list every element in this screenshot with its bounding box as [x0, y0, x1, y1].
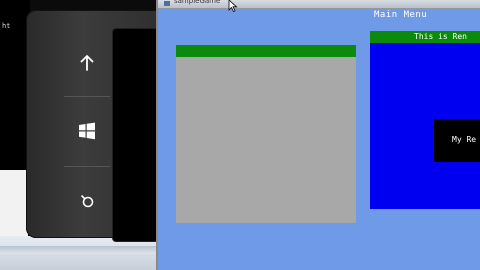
- app-icon: [164, 1, 170, 6]
- console-output: ht: [2, 22, 11, 30]
- menu-title: Main Menu: [374, 10, 428, 20]
- desktop-strip: [0, 170, 28, 236]
- gray-panel[interactable]: [176, 45, 356, 223]
- game-canvas[interactable]: Main Menu This is Ren My Re: [162, 9, 480, 270]
- search-icon: [81, 195, 94, 208]
- device-frame: [26, 10, 188, 242]
- black-box-label: My Re: [452, 135, 477, 144]
- taskbar-edge: [0, 246, 160, 254]
- app-window: sampleGame Main Menu This is Ren My Re: [156, 0, 480, 270]
- gray-panel-header: [176, 45, 356, 57]
- windows-button[interactable]: [62, 98, 112, 164]
- blue-panel-header: This is Ren: [370, 31, 480, 43]
- search-button[interactable]: [62, 168, 112, 234]
- window-title-bar[interactable]: sampleGame: [158, 0, 480, 9]
- button-divider: [64, 96, 110, 97]
- back-button[interactable]: [62, 30, 112, 96]
- mouse-cursor-icon: [228, 0, 238, 12]
- window-title: sampleGame: [174, 0, 221, 5]
- desktop: ht sampleGame Main Menu This is Ren My R…: [0, 0, 480, 270]
- button-divider: [64, 166, 110, 167]
- black-box[interactable]: My Re: [434, 119, 480, 162]
- blue-panel-title: This is Ren: [414, 32, 467, 41]
- windows-logo-icon: [79, 122, 95, 140]
- arrow-up-icon: [80, 55, 94, 71]
- menu-header: Main Menu: [162, 9, 480, 21]
- device-hardware-buttons: [62, 30, 112, 240]
